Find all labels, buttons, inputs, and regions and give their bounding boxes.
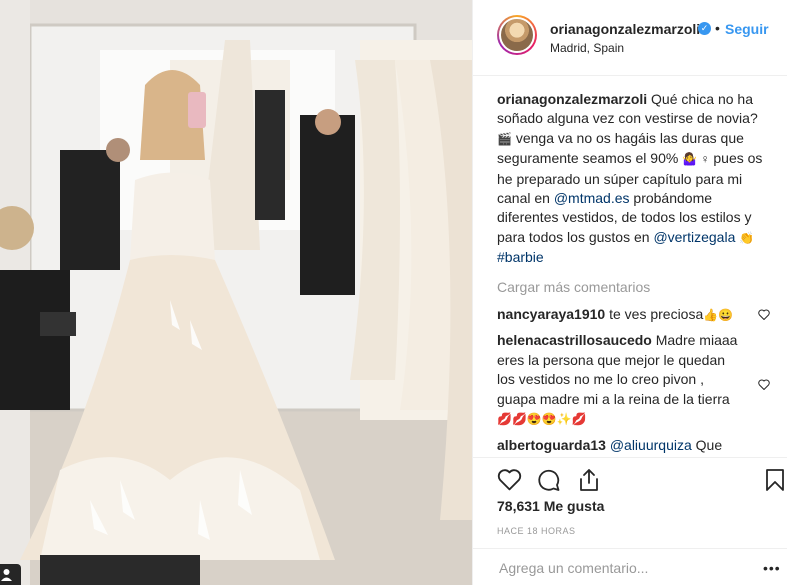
- bridal-fitting-photo: [0, 0, 472, 585]
- caption-mention-vertizegala[interactable]: @vertizegala: [653, 229, 735, 245]
- post-photo[interactable]: [0, 0, 472, 585]
- likes-count[interactable]: 78,631 Me gusta: [497, 498, 604, 514]
- comment-emoji: 👍😀: [703, 308, 734, 323]
- comment-item: nancyaraya1910 te ves preciosa👍😀: [497, 305, 772, 325]
- comment-mention[interactable]: @aliuurquiza: [610, 437, 692, 453]
- like-comment-heart-icon[interactable]: [758, 309, 770, 321]
- avatar-image: [499, 17, 535, 53]
- verified-icon: ✓: [698, 22, 711, 35]
- add-comment-bar: •••: [473, 548, 787, 585]
- bookmark-icon[interactable]: [765, 468, 785, 492]
- comment-item: albertoguarda13 @aliuurquiza Que Verdad …: [497, 436, 772, 456]
- avatar[interactable]: [497, 15, 537, 55]
- comment-username[interactable]: nancyaraya1910: [497, 306, 605, 322]
- heart-icon[interactable]: [497, 468, 522, 491]
- caption-hashtag[interactable]: #barbie: [497, 249, 544, 265]
- header-username[interactable]: orianagonzalezmarzoli: [550, 21, 700, 37]
- add-comment-input[interactable]: [497, 559, 741, 577]
- follow-button[interactable]: Seguir: [725, 21, 769, 37]
- caption: orianagonzalezmarzoli Qué chica no ha so…: [497, 90, 772, 268]
- caption-username[interactable]: orianagonzalezmarzoli: [497, 91, 647, 107]
- location-link[interactable]: Madrid, Spain: [550, 41, 624, 55]
- comments-section[interactable]: orianagonzalezmarzoli Qué chica no ha so…: [497, 90, 772, 455]
- comment-username[interactable]: helenacastrillosaucedo: [497, 332, 652, 348]
- post-header: orianagonzalezmarzoli ✓ • Seguir Madrid,…: [473, 0, 787, 76]
- comment-emoji: 💋💋😍😍✨💋: [497, 412, 587, 427]
- caption-emoji-3: 👏: [739, 230, 755, 245]
- comment-icon[interactable]: [537, 468, 561, 492]
- caption-emoji-1: 🎬: [497, 131, 512, 146]
- comment-username[interactable]: albertoguarda13: [497, 437, 606, 453]
- caption-mention-mtmad[interactable]: @mtmad.es: [554, 190, 630, 206]
- post-timestamp[interactable]: HACE 18 HORAS: [497, 526, 576, 536]
- caption-emoji-2: 🤷‍♀️ ♀: [682, 152, 710, 167]
- comment-text: te ves preciosa: [605, 306, 704, 323]
- comment-item: helenacastrillosaucedo Madre miaaa eres …: [497, 331, 772, 429]
- share-icon[interactable]: [577, 468, 601, 492]
- like-comment-heart-icon[interactable]: [758, 379, 770, 391]
- separator-dot: •: [715, 20, 720, 36]
- more-options-icon[interactable]: •••: [763, 560, 781, 576]
- load-more-comments-button[interactable]: Cargar más comentarios: [497, 278, 772, 297]
- user-icon[interactable]: [0, 564, 21, 585]
- post-side-panel: orianagonzalezmarzoli ✓ • Seguir Madrid,…: [472, 0, 787, 585]
